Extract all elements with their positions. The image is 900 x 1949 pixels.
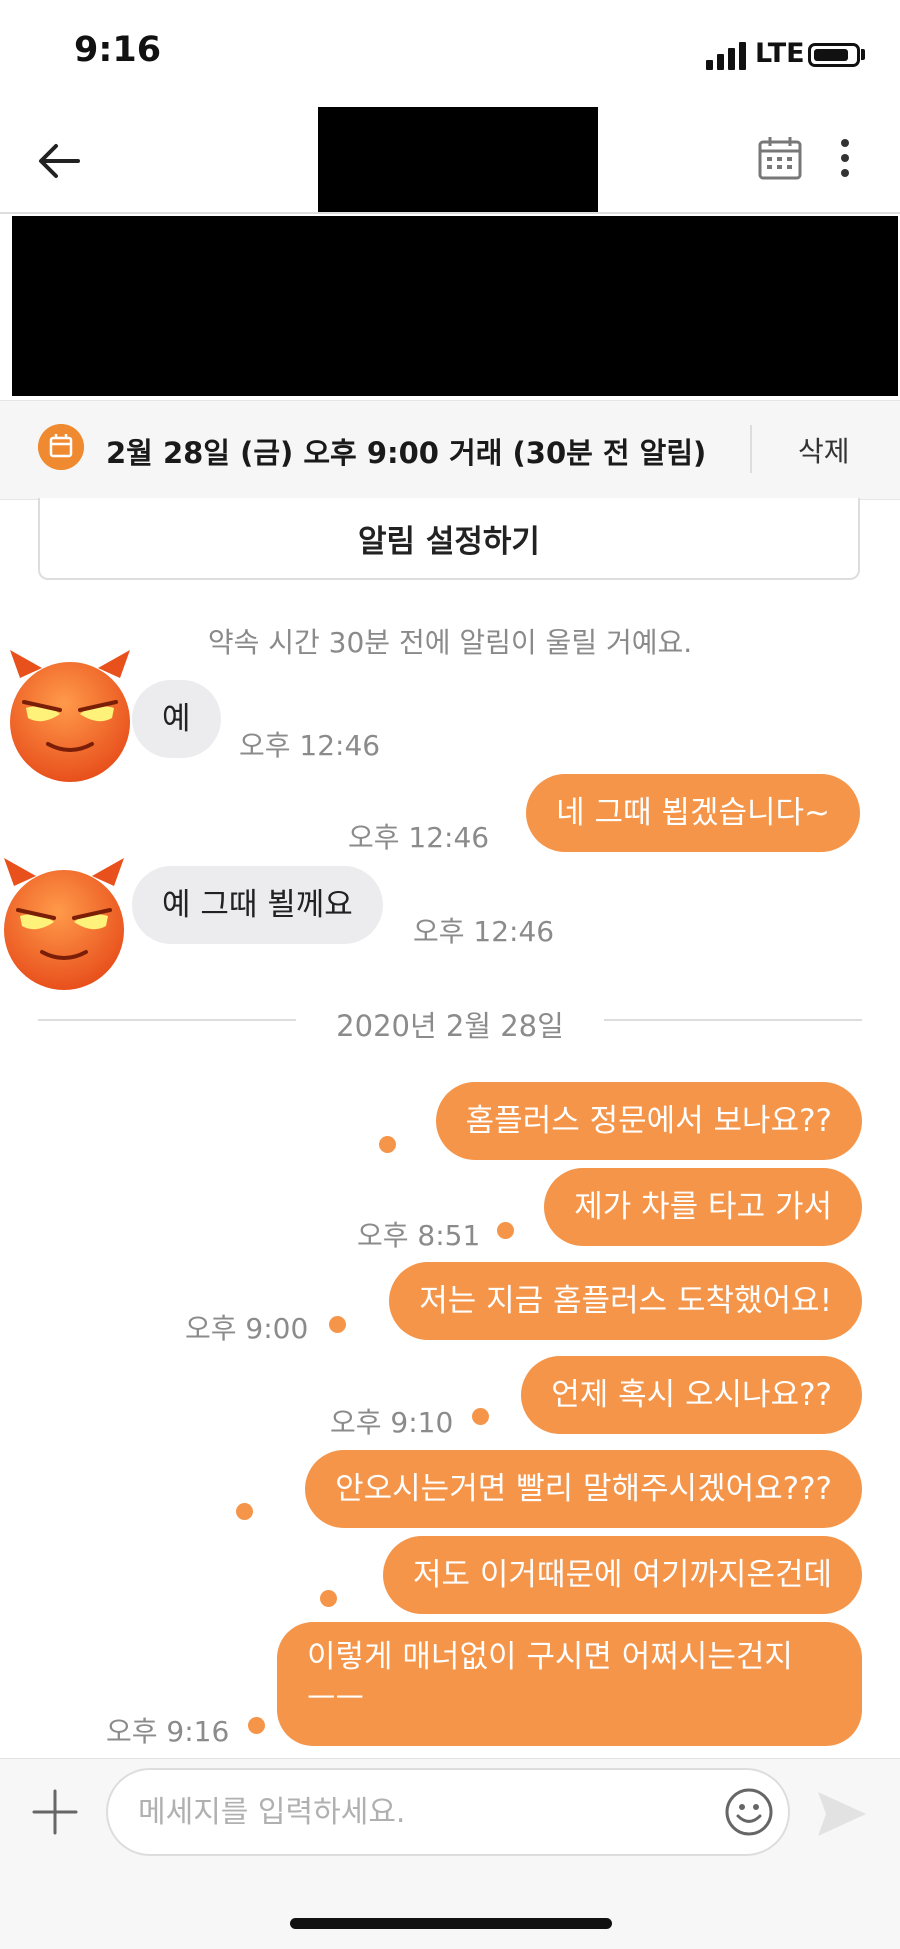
message-timestamp: 오후 12:46 [348, 821, 490, 854]
message-input[interactable] [106, 1768, 790, 1856]
message-bubble-outgoing: 저도 이거때문에 여기까지온건데 [383, 1536, 862, 1614]
message-bubble-incoming: 예 [132, 680, 221, 758]
unread-dot [497, 1222, 514, 1239]
unread-dot [248, 1717, 265, 1734]
message-bubble-outgoing: 네 그때 뵙겠습니다~ [526, 774, 860, 852]
message-timestamp: 오후 8:51 [357, 1219, 481, 1252]
calendar-icon [38, 424, 84, 470]
more-vertical-icon[interactable] [830, 134, 860, 182]
avatar-devil-emoji [4, 858, 124, 990]
avatar-devil-emoji [10, 650, 130, 782]
battery-tip [861, 49, 865, 60]
message-timestamp: 오후 12:46 [239, 729, 381, 762]
message-bubble-outgoing: 언제 혹시 오시나요?? [521, 1356, 862, 1434]
unread-dot [379, 1136, 396, 1153]
message-bubble-incoming: 예 그때 뵐께요 [132, 866, 383, 944]
status-time: 9:16 [74, 30, 162, 70]
redacted-product-banner [12, 216, 898, 396]
date-separator-line [604, 1019, 862, 1021]
message-timestamp: 오후 9:00 [185, 1312, 309, 1345]
message-text-line: 이렇게 매너없이 구시면 어쩌시는건지 [307, 1639, 793, 1675]
redacted-title [318, 107, 598, 213]
message-timestamp: 오후 9:10 [330, 1406, 454, 1439]
message-timestamp: 오후 9:16 [106, 1715, 230, 1748]
message-bubble-outgoing: 저는 지금 홈플러스 도착했어요! [389, 1262, 862, 1340]
header-divider [0, 212, 900, 214]
calendar-icon[interactable] [756, 134, 804, 182]
message-bubble-outgoing: 제가 차를 타고 가서 [544, 1168, 862, 1246]
unread-dot [472, 1408, 489, 1425]
send-icon[interactable] [814, 1786, 870, 1842]
delete-appointment-button[interactable]: 삭제 [798, 430, 850, 470]
plus-icon[interactable] [30, 1787, 80, 1837]
message-text-line: ㅡㅡ [307, 1681, 365, 1717]
message-bubble-outgoing: 안오시는거면 빨리 말해주시겠어요??? [305, 1450, 862, 1528]
date-separator: 2020년 2월 28일 [336, 1009, 564, 1043]
message-bubble-outgoing: 홈플러스 정문에서 보나요?? [435, 1082, 862, 1160]
emoji-icon[interactable] [724, 1787, 774, 1837]
network-type: LTE [755, 38, 805, 69]
set-alarm-button[interactable]: 알림 설정하기 [38, 498, 860, 580]
battery-icon [808, 43, 860, 67]
signal-icon [706, 42, 746, 70]
back-arrow-icon[interactable] [34, 136, 84, 186]
unread-dot [320, 1590, 337, 1607]
message-timestamp: 오후 12:46 [413, 915, 555, 948]
appointment-divider [750, 425, 752, 473]
unread-dot [236, 1503, 253, 1520]
appointment-text: 2월 28일 (금) 오후 9:00 거래 (30분 전 알림) [106, 436, 707, 470]
unread-dot [329, 1316, 346, 1333]
home-indicator [290, 1918, 612, 1929]
message-bubble-outgoing: 이렇게 매너없이 구시면 어쩌시는건지 ㅡㅡ [277, 1622, 862, 1746]
